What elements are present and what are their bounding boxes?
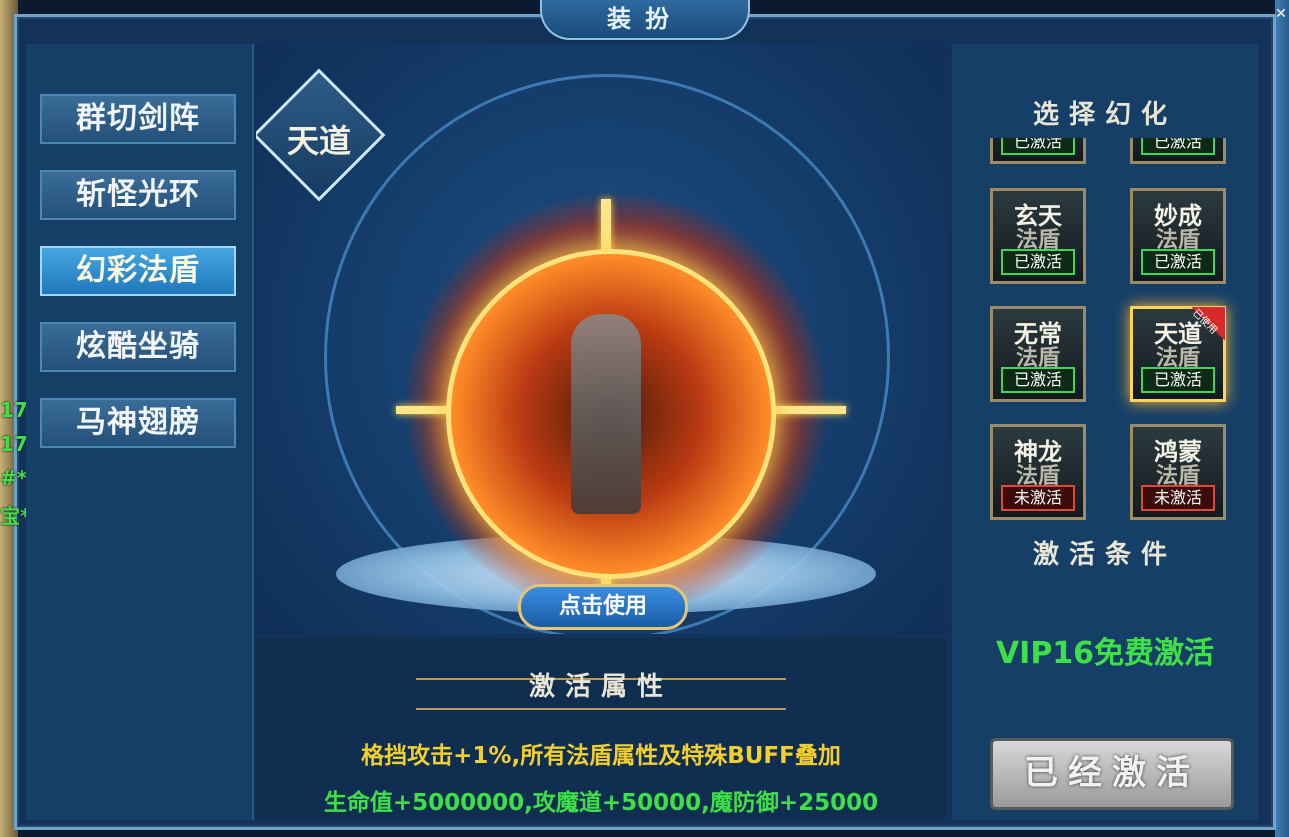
status-badge: 已激活: [1141, 138, 1215, 155]
status-badge: 未激活: [1141, 485, 1215, 511]
category-sidebar: 群切剑阵 斩怪光环 幻彩法盾 炫酷坐骑 马神翅膀: [26, 44, 254, 820]
status-badge: 未激活: [1001, 485, 1075, 511]
card-name: 妙成: [1154, 202, 1202, 230]
skin-gallery[interactable]: 已激活 已激活 玄天 法盾 已激活 妙成 法盾 已激活 无常 法盾 已激活 天道…: [970, 138, 1252, 558]
window-title: 装扮: [540, 0, 750, 40]
emblem-label: 天道: [286, 122, 351, 160]
status-badge: 已激活: [1141, 367, 1215, 393]
condition-title: 激活条件: [952, 534, 1258, 571]
card-name: 鸿蒙: [1154, 438, 1202, 466]
skin-card[interactable]: 已激活: [990, 138, 1086, 164]
sidebar-item-mount[interactable]: 炫酷坐骑: [40, 322, 236, 372]
card-name: 玄天: [1014, 202, 1062, 230]
attribute-line-1: 格挡攻击+1%,所有法盾属性及特殊BUFF叠加: [361, 743, 841, 769]
skin-card-tiandao[interactable]: 天道 法盾 已使用 已激活: [1130, 306, 1226, 402]
status-badge: 已激活: [1001, 367, 1075, 393]
skin-card-wuchang[interactable]: 无常 法盾 已激活: [990, 306, 1086, 402]
card-name: 神龙: [1014, 438, 1062, 466]
status-badge: 已激活: [1141, 249, 1215, 275]
sidebar-item-shield[interactable]: 幻彩法盾: [40, 246, 236, 296]
overlay-stat: 17: [0, 398, 28, 422]
attribute-line-2: 生命值+5000000,攻魔道+50000,魔防御+25000: [323, 790, 879, 816]
status-badge: 已激活: [1001, 249, 1075, 275]
skin-card-miaocheng[interactable]: 妙成 法盾 已激活: [1130, 188, 1226, 284]
activated-button[interactable]: 已经激活: [990, 738, 1234, 810]
use-button[interactable]: 点击使用: [518, 584, 688, 630]
divider: [416, 708, 786, 710]
skin-card-hongmeng[interactable]: 鸿蒙 法盾 未激活: [1130, 424, 1226, 520]
preview-stage: 天道 点击使用: [256, 44, 946, 634]
attribute-panel: 激活属性 格挡攻击+1%,所有法盾属性及特殊BUFF叠加 生命值+5000000…: [256, 638, 946, 820]
card-name: 无常: [1014, 320, 1062, 348]
status-badge: 已激活: [1001, 138, 1075, 155]
sidebar-item-wings[interactable]: 马神翅膀: [40, 398, 236, 448]
skin-card[interactable]: 已激活: [1130, 138, 1226, 164]
attributes-title: 激活属性: [528, 672, 673, 702]
skin-selector-panel: 选择幻化 已激活 已激活 玄天 法盾 已激活 妙成 法盾 已激活 无常 法盾 已…: [952, 44, 1258, 820]
close-icon[interactable]: ✕: [1275, 6, 1287, 22]
gallery-title: 选择幻化: [952, 94, 1258, 131]
sidebar-item-aura[interactable]: 斩怪光环: [40, 170, 236, 220]
skin-card-xuantian[interactable]: 玄天 法盾 已激活: [990, 188, 1086, 284]
skin-card-shenlong[interactable]: 神龙 法盾 未激活: [990, 424, 1086, 520]
vip-condition-text: VIP16免费激活: [995, 636, 1215, 671]
character-figure: [571, 314, 641, 514]
sidebar-item-sword-array[interactable]: 群切剑阵: [40, 94, 236, 144]
right-scrollbar[interactable]: [1275, 0, 1289, 837]
